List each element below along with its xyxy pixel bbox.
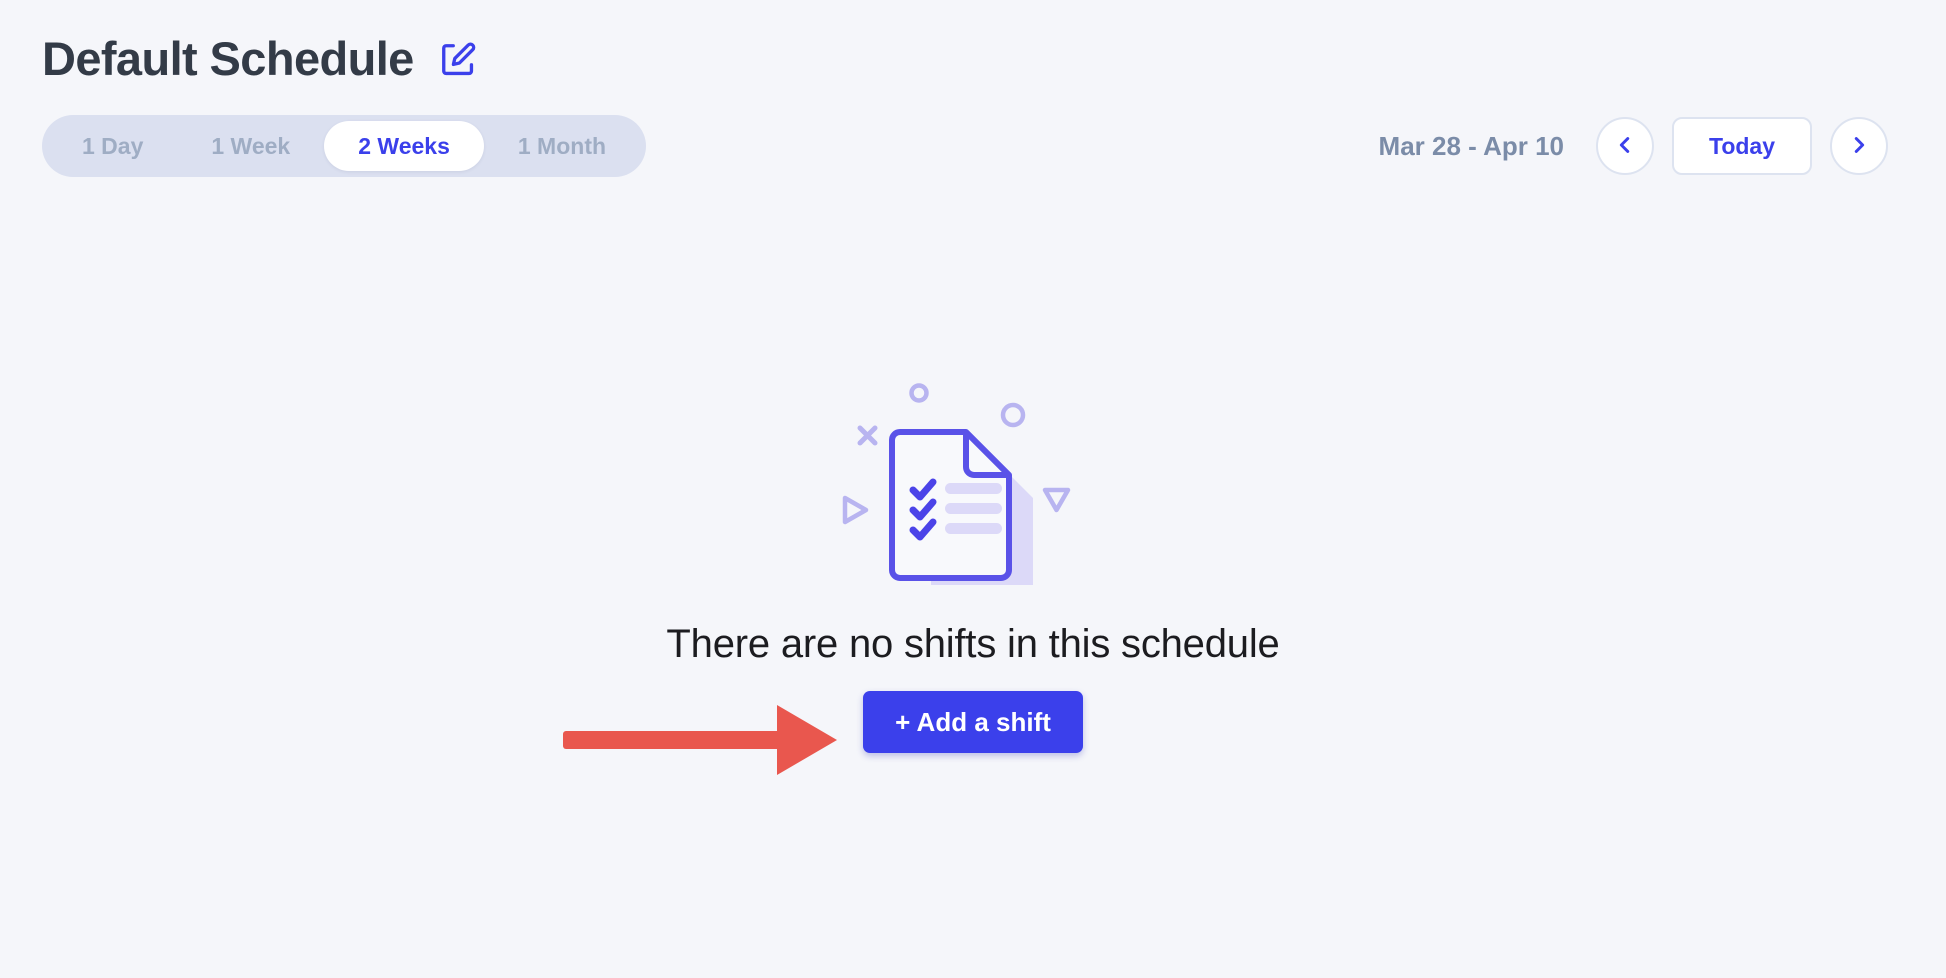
- range-tab-group: 1 Day 1 Week 2 Weeks 1 Month: [42, 115, 647, 177]
- chevron-left-icon: [1614, 134, 1636, 159]
- date-range-label: Mar 28 - Apr 10: [1378, 130, 1564, 161]
- tab-2-weeks[interactable]: 2 Weeks: [324, 121, 484, 171]
- tab-1-day[interactable]: 1 Day: [48, 121, 177, 171]
- tab-1-month[interactable]: 1 Month: [484, 121, 640, 171]
- add-shift-button[interactable]: + Add a shift: [863, 691, 1083, 753]
- page-title: Default Schedule: [42, 31, 414, 85]
- previous-period-button[interactable]: [1596, 117, 1654, 175]
- date-navigation: Mar 28 - Apr 10 Today: [1379, 117, 1888, 175]
- page-header: Default Schedule: [0, 0, 1946, 83]
- empty-state: There are no shifts in this schedule + A…: [0, 370, 1946, 753]
- document-checklist-icon: [823, 370, 1123, 600]
- edit-pencil-icon: [439, 41, 477, 82]
- chevron-right-icon: [1848, 134, 1870, 159]
- edit-schedule-name-button[interactable]: [436, 39, 480, 83]
- empty-state-message: There are no shifts in this schedule: [666, 622, 1280, 666]
- schedule-toolbar: 1 Day 1 Week 2 Weeks 1 Month Mar 28 - Ap…: [0, 83, 1946, 177]
- today-button[interactable]: Today: [1672, 117, 1812, 175]
- tab-1-week[interactable]: 1 Week: [177, 121, 324, 171]
- next-period-button[interactable]: [1830, 117, 1888, 175]
